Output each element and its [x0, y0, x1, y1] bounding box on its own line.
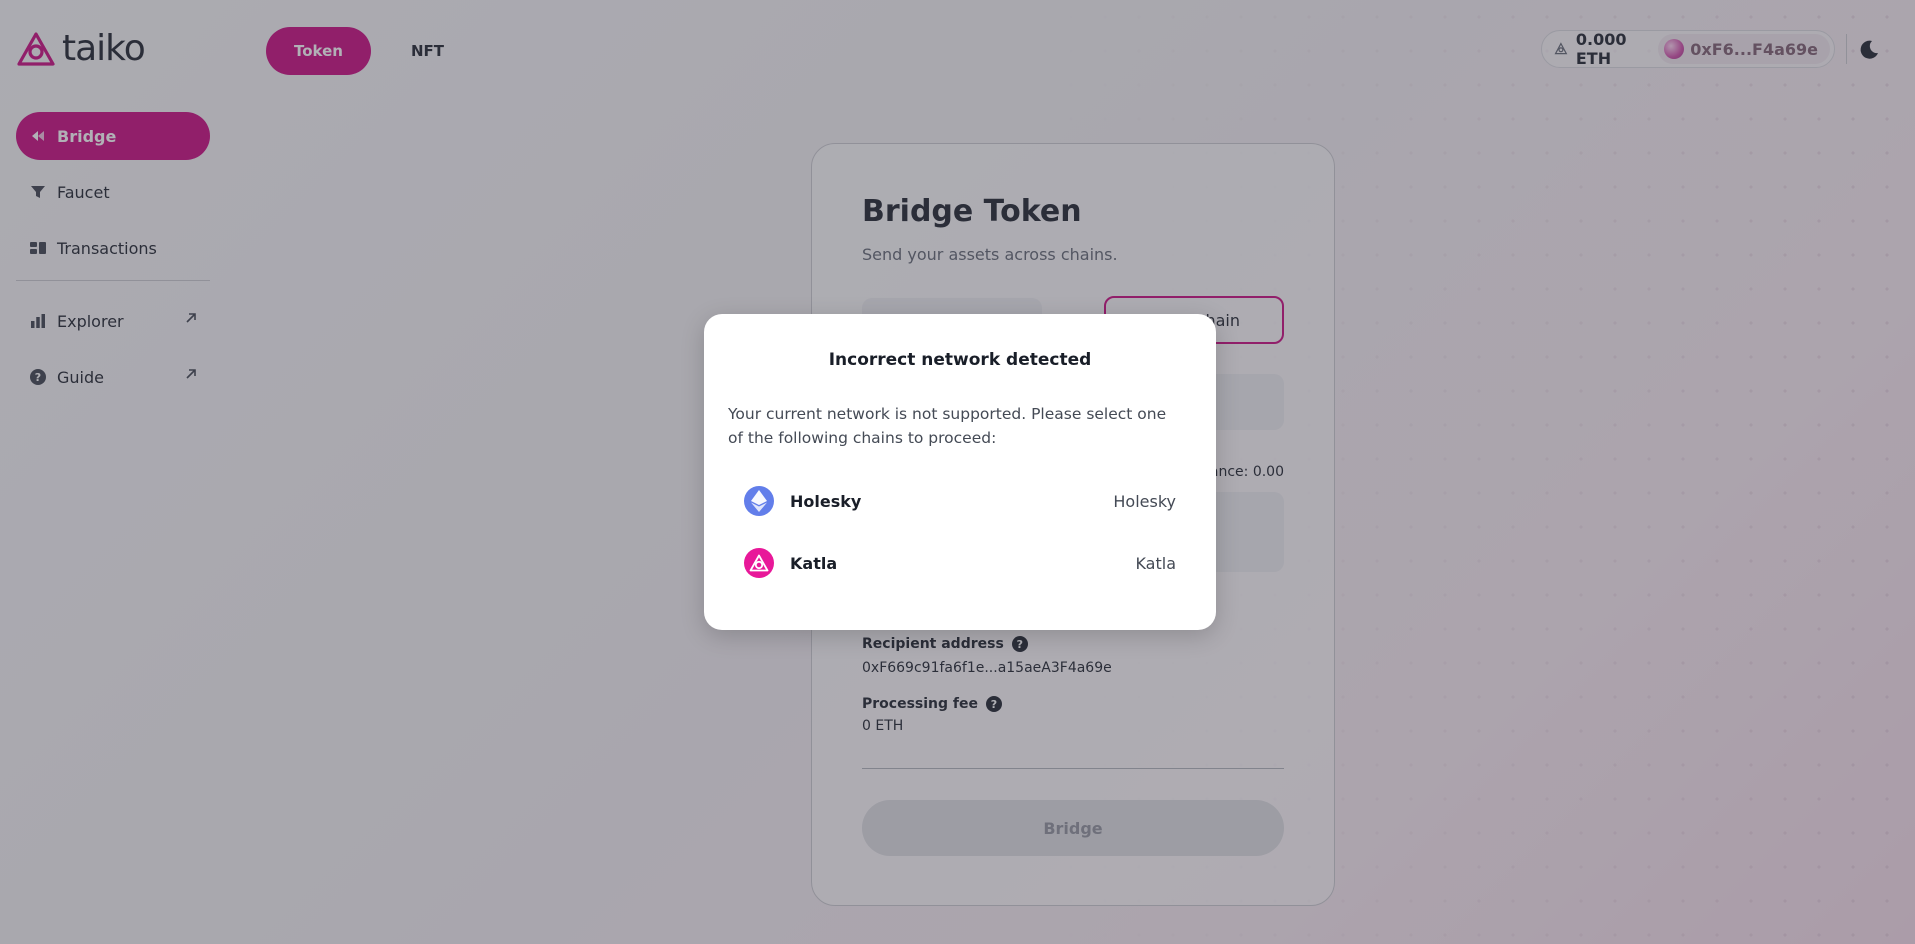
- modal-description: Your current network is not supported. P…: [728, 405, 1167, 447]
- chain-tag: Katla: [1135, 553, 1176, 573]
- taiko-icon: [744, 548, 774, 578]
- chain-option-holesky[interactable]: Holesky Holesky: [744, 481, 1176, 521]
- chain-name: Holesky: [790, 491, 862, 511]
- chain-tag: Holesky: [1113, 491, 1176, 511]
- modal-title: Incorrect network detected: [828, 350, 1092, 370]
- chain-name: Katla: [790, 553, 838, 573]
- ethereum-icon: [744, 486, 774, 516]
- incorrect-network-modal: Incorrect network detected Your current …: [704, 314, 1216, 630]
- chain-option-katla[interactable]: Katla Katla: [744, 543, 1176, 583]
